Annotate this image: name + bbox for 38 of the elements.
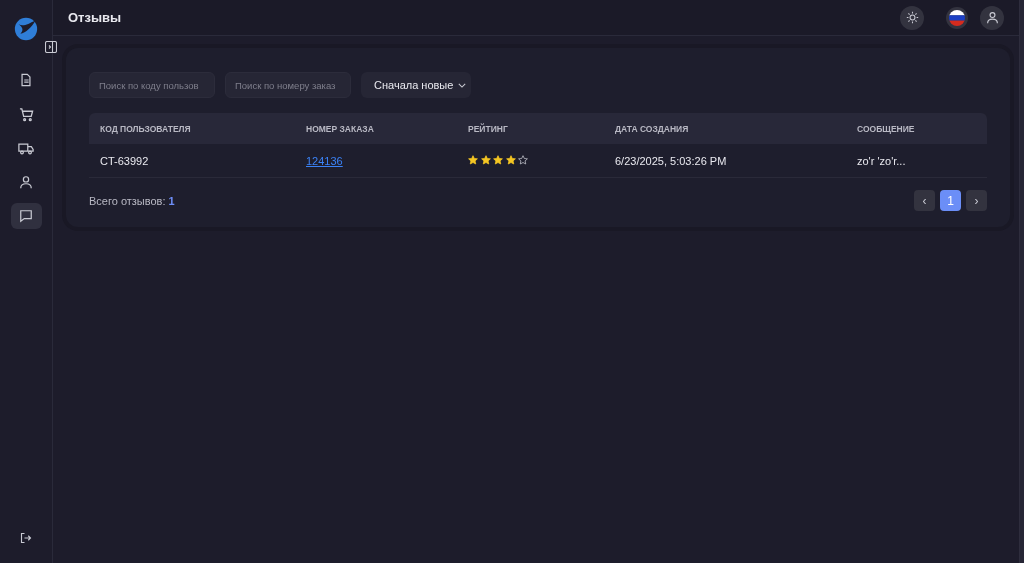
star-icon: [505, 154, 516, 165]
star-icon: [480, 154, 491, 165]
user-icon: [985, 11, 999, 24]
star-icon: [518, 154, 528, 165]
next-page-button[interactable]: ›: [966, 190, 987, 211]
table-cell-text: CT-63992: [99, 154, 150, 167]
chat-icon: [19, 209, 33, 223]
user-icon: [19, 175, 33, 189]
language-button[interactable]: [946, 6, 968, 29]
logout-icon: [20, 532, 32, 544]
document-icon: [19, 73, 33, 87]
user-code-search-field[interactable]: Поиск по коду пользов: [89, 72, 215, 98]
column-header: СООБЩЕНИЕ: [856, 123, 916, 134]
order-number-search-field[interactable]: Поиск по номеру заказ: [225, 72, 351, 98]
column-header: НОМЕР ЗАКАЗА: [305, 123, 375, 134]
star-icon: [468, 154, 478, 165]
column-header: КОД ПОЛЬЗОВАТЕЛЯ: [99, 123, 192, 134]
profile-button[interactable]: [980, 5, 1004, 30]
sort-dropdown[interactable]: Сначала новые: [361, 72, 471, 98]
chevron-down-icon: [458, 82, 466, 88]
total-reviews-label: Всего отзывов: 1: [89, 194, 175, 207]
table-cell-text: 6/23/2025, 5:03:26 PM: [614, 154, 728, 167]
page-title: Отзывы: [68, 10, 123, 25]
sun-icon: [905, 11, 919, 24]
cart-icon: [18, 106, 34, 122]
previous-page-button[interactable]: ‹: [914, 190, 935, 211]
nav-item[interactable]: [10, 203, 42, 229]
logo-icon: [13, 16, 39, 42]
order-link[interactable]: 124136: [306, 154, 343, 167]
flag-icon: [949, 9, 965, 26]
star-icon: [493, 154, 503, 165]
column-header: ДАТА СОЗДАНИЯ: [614, 123, 690, 134]
table-cell-text: zo'r 'zo'r...: [856, 154, 907, 167]
logout-button[interactable]: [19, 531, 33, 545]
collapse-sidebar-icon[interactable]: [45, 41, 57, 53]
truck-icon: [18, 140, 34, 156]
theme-toggle-button[interactable]: [900, 5, 924, 30]
column-header: РЕЙТИНГ: [467, 123, 509, 134]
